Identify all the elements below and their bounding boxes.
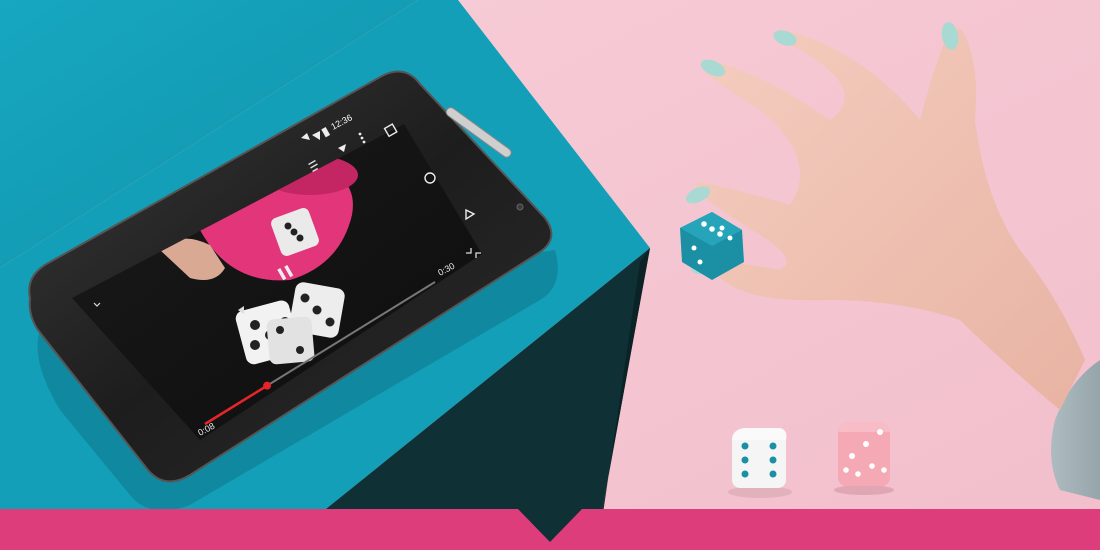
video-die-4 bbox=[266, 316, 315, 365]
pink-die bbox=[834, 422, 894, 495]
front-camera bbox=[516, 203, 524, 211]
progress-thumb[interactable] bbox=[263, 381, 272, 390]
product-scene: 12:36 0:08 0:30 bbox=[0, 0, 1100, 550]
